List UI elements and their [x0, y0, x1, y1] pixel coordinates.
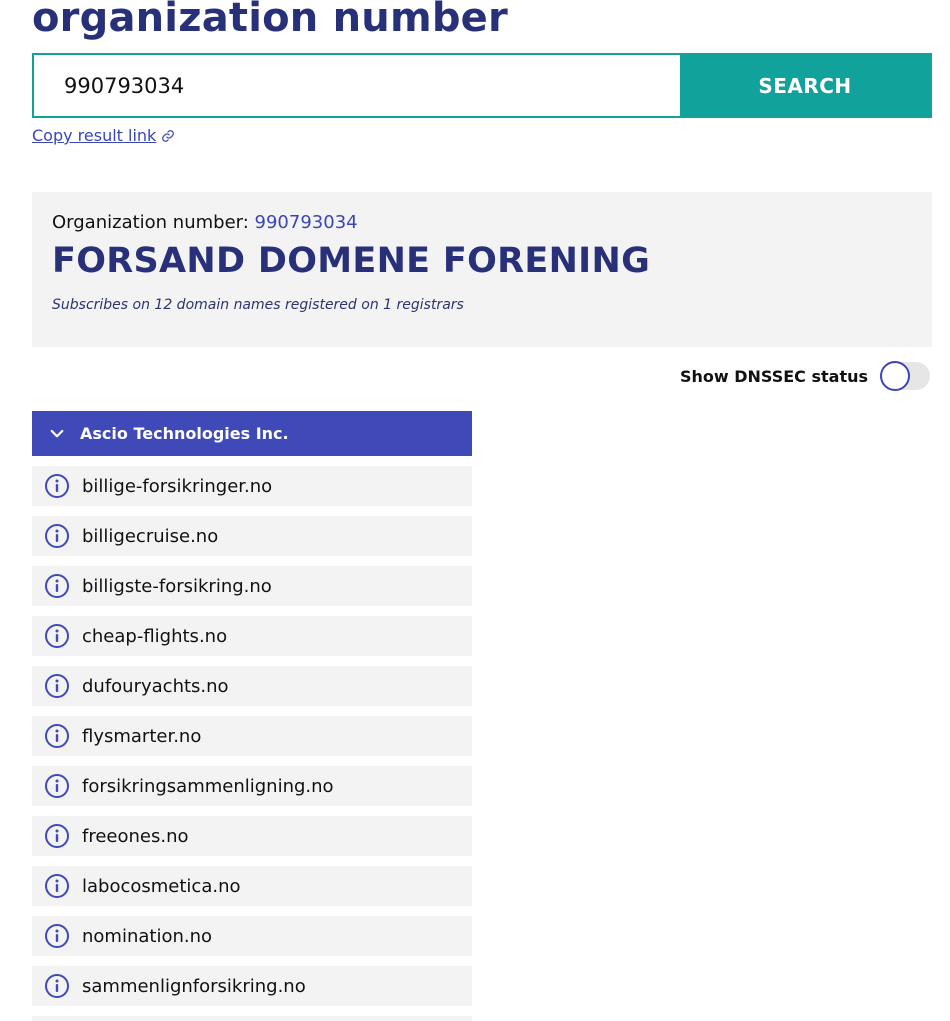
domain-list: billige-forsikringer.no billigecruise.no b… — [32, 466, 472, 1021]
search-form: SEARCH — [32, 53, 932, 118]
organization-number-line: Organization number: 990793034 — [52, 212, 912, 233]
domain-list-item[interactable]: billigecruise.no — [32, 516, 472, 556]
info-icon — [45, 974, 69, 998]
domain-list-item[interactable]: dufouryachts.no — [32, 666, 472, 706]
domain-name: nomination.no — [82, 925, 213, 947]
domain-list-item[interactable] — [32, 1016, 472, 1021]
info-icon — [45, 774, 69, 798]
info-icon — [45, 874, 69, 898]
domain-list-item[interactable]: billige-forsikringer.no — [32, 466, 472, 506]
organization-name: FORSAND DOMENE FORENING — [52, 241, 651, 281]
domain-list-item[interactable]: flysmarter.no — [32, 716, 472, 756]
domain-name: cheap-flights.no — [82, 625, 228, 647]
registrar-name: Ascio Technologies Inc. — [80, 424, 289, 443]
domain-list-item[interactable]: labocosmetica.no — [32, 866, 472, 906]
dnssec-label: Show DNSSEC status — [679, 366, 868, 386]
domain-list-item[interactable]: sammenlignforsikring.no — [32, 966, 472, 1006]
search-button[interactable]: SEARCH — [680, 55, 930, 116]
domain-name: billigste-forsikring.no — [82, 575, 272, 597]
info-icon — [45, 924, 69, 948]
domain-name: sammenlignforsikring.no — [82, 975, 306, 997]
domain-name: labocosmetica.no — [82, 875, 241, 897]
dnssec-toggle-knob — [880, 361, 910, 391]
page-title: organization number — [32, 0, 508, 41]
info-icon — [45, 724, 69, 748]
domain-list-item[interactable]: cheap-flights.no — [32, 616, 472, 656]
search-input[interactable] — [34, 55, 680, 116]
domain-list-item[interactable]: nomination.no — [32, 916, 472, 956]
domain-name: dufouryachts.no — [82, 675, 229, 697]
registrar-accordion-header[interactable]: Ascio Technologies Inc. — [32, 411, 472, 456]
dnssec-toggle-row: Show DNSSEC status — [679, 361, 930, 391]
info-icon — [45, 674, 69, 698]
organization-number-label: Organization number: — [52, 212, 255, 233]
link-icon — [162, 129, 175, 142]
domain-list-item[interactable]: billigste-forsikring.no — [32, 566, 472, 606]
info-icon — [45, 824, 69, 848]
copy-result-link-label: Copy result link — [32, 126, 157, 145]
chevron-down-icon — [50, 429, 64, 437]
domain-list-item[interactable]: forsikringsammenligning.no — [32, 766, 472, 806]
dnssec-toggle[interactable] — [880, 361, 930, 391]
domain-list-item[interactable]: freeones.no — [32, 816, 472, 856]
domain-name: flysmarter.no — [82, 725, 202, 747]
organization-number-value: 990793034 — [254, 212, 358, 233]
domain-name: freeones.no — [82, 825, 189, 847]
domain-name: billige-forsikringer.no — [82, 475, 273, 497]
info-icon — [45, 624, 69, 648]
copy-result-link[interactable]: Copy result link — [32, 126, 175, 145]
domain-name: billigecruise.no — [82, 525, 219, 547]
domain-name: forsikringsammenligning.no — [82, 775, 334, 797]
info-icon — [45, 524, 69, 548]
info-icon — [45, 574, 69, 598]
organization-panel: Organization number: 990793034 FORSAND D… — [32, 192, 932, 347]
organization-subtitle: Subscribes on 12 domain names registered… — [52, 297, 464, 313]
info-icon — [45, 474, 69, 498]
